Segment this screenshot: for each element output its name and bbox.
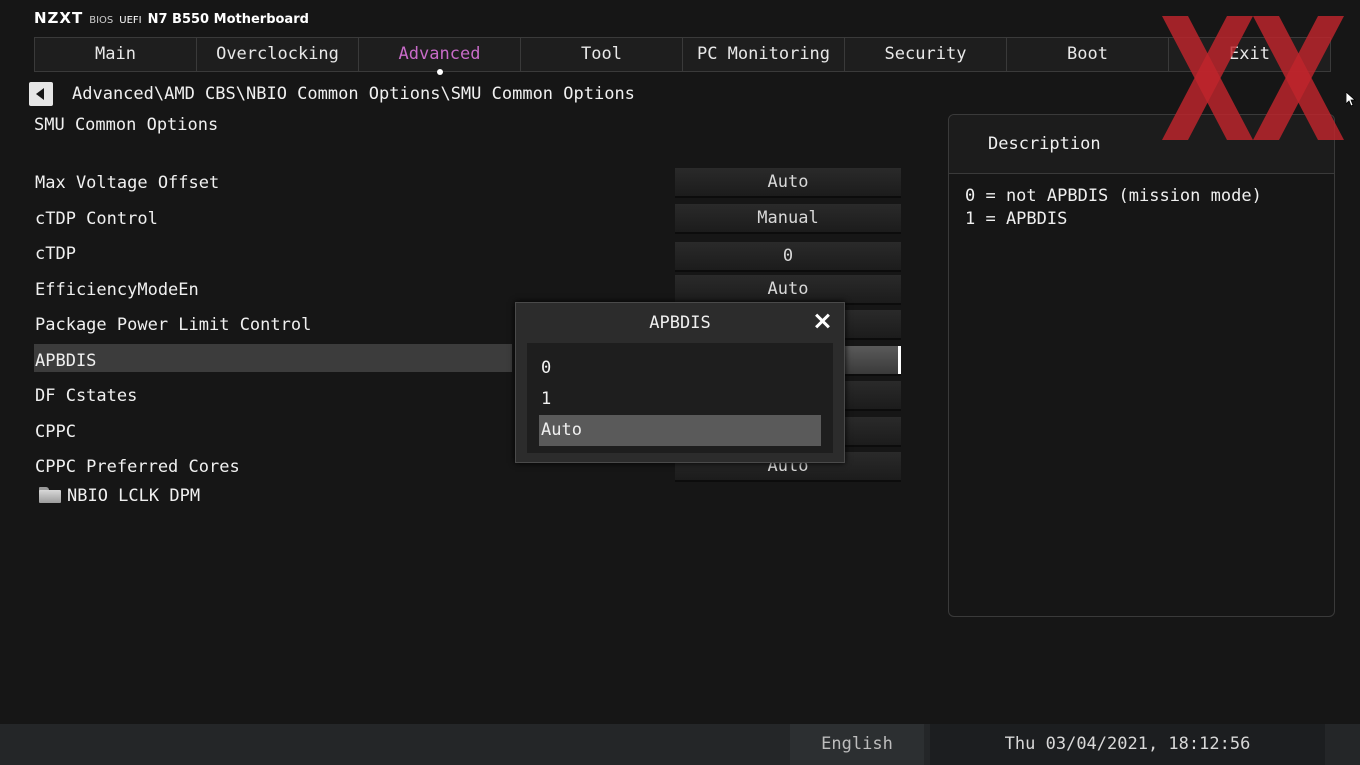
setting-label: DF Cstates — [35, 386, 138, 406]
setting-label: CPPC Preferred Cores — [35, 457, 240, 477]
page-title: SMU Common Options — [34, 115, 219, 135]
setting-value-input[interactable]: 0 — [675, 242, 901, 270]
setting-row-ctdp[interactable]: cTDP 0 — [34, 238, 904, 274]
popup-option-1[interactable]: 1 — [539, 384, 821, 415]
setting-label: Max Voltage Offset — [35, 173, 220, 193]
uefi-label: UEFI — [119, 15, 142, 26]
popup-title: APBDIS — [649, 313, 711, 333]
setting-label: Package Power Limit Control — [35, 315, 312, 335]
board-name: N7 B550 Motherboard — [147, 12, 309, 27]
tab-overclocking[interactable]: Overclocking — [197, 38, 359, 71]
setting-label: cTDP Control — [35, 208, 158, 229]
setting-label: CPPC — [35, 421, 76, 442]
popup-option-auto[interactable]: Auto — [539, 415, 821, 446]
status-footer: English Thu 03/04/2021, 18:12:56 — [0, 724, 1360, 765]
breadcrumb: Advanced\AMD CBS\NBIO Common Options\SMU… — [72, 84, 635, 104]
tab-main[interactable]: Main — [35, 38, 197, 71]
bios-label: BIOS — [89, 15, 114, 26]
tab-tool[interactable]: Tool — [521, 38, 683, 71]
setting-label: cTDP — [35, 244, 76, 264]
description-line: 1 = APBDIS — [965, 209, 1068, 229]
watermark-xx-logo — [1162, 16, 1344, 140]
folder-icon — [39, 486, 61, 503]
setting-value-button[interactable]: Auto — [675, 168, 901, 196]
main-tab-bar: Main Overclocking Advanced Tool PC Monit… — [34, 37, 1331, 75]
description-text: 0 = not APBDIS (mission mode) 1 = APBDIS — [965, 185, 1262, 231]
submenu-label: NBIO LCLK DPM — [67, 485, 201, 506]
mouse-cursor-icon — [1346, 92, 1356, 107]
description-title: Description — [988, 134, 1101, 154]
setting-value-button[interactable]: Auto — [675, 274, 901, 303]
description-panel: Description 0 = not APBDIS (mission mode… — [948, 114, 1335, 617]
apbdis-option-popup: APBDIS 0 1 Auto — [515, 302, 845, 463]
bios-header: NZXT BIOS UEFI N7 B550 Motherboard — [34, 9, 309, 29]
popup-option-0[interactable]: 0 — [539, 353, 821, 384]
language-selector[interactable]: English — [790, 724, 924, 765]
setting-row-max-voltage-offset[interactable]: Max Voltage Offset Auto — [34, 167, 904, 203]
close-icon[interactable] — [812, 311, 832, 331]
popup-option-list: 0 1 Auto — [527, 343, 833, 453]
setting-label: APBDIS — [35, 350, 97, 371]
description-line: 0 = not APBDIS (mission mode) — [965, 186, 1262, 206]
date-time-display: Thu 03/04/2021, 18:12:56 — [930, 724, 1325, 765]
tab-security[interactable]: Security — [845, 38, 1007, 71]
tab-boot[interactable]: Boot — [1007, 38, 1169, 71]
setting-row-ctdp-control[interactable]: cTDP Control Manual — [34, 203, 904, 239]
setting-value-button[interactable]: Manual — [675, 203, 901, 232]
back-arrow-button[interactable] — [29, 82, 53, 106]
tab-advanced[interactable]: Advanced — [359, 38, 521, 75]
tab-pc-monitoring[interactable]: PC Monitoring — [683, 38, 845, 71]
submenu-nbio-lclk-dpm[interactable]: NBIO LCLK DPM — [34, 485, 904, 523]
brand-logo: NZXT — [34, 9, 84, 27]
setting-label: EfficiencyModeEn — [35, 279, 199, 300]
